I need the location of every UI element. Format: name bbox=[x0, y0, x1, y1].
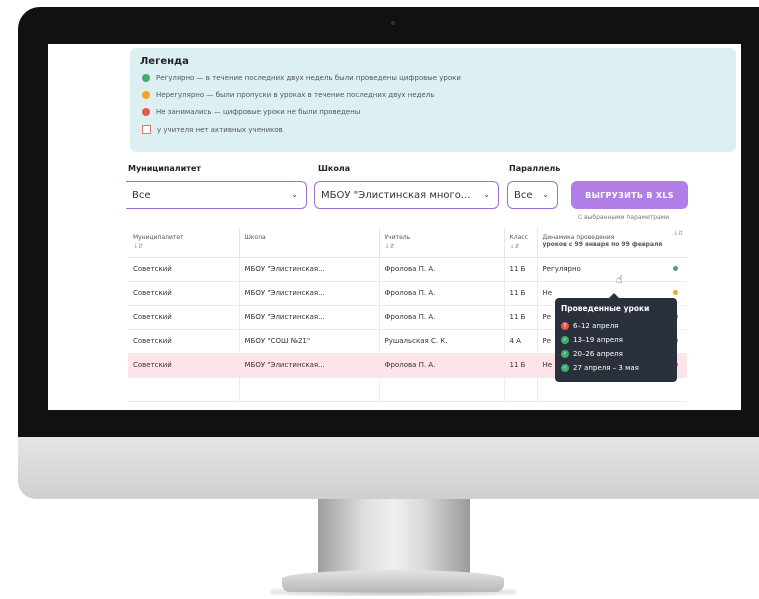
legend-label: Регулярно — в течение последних двух нед… bbox=[156, 74, 461, 82]
sort-icon[interactable]: ↓⇵ bbox=[510, 243, 532, 250]
export-xls-button[interactable]: ВЫГРУЗИТЬ В XLS bbox=[571, 181, 688, 209]
status-dot-icon bbox=[673, 266, 678, 271]
column-header-status: ↓⇵ bbox=[669, 228, 688, 258]
tooltip-week-label: 6–12 апреля bbox=[573, 322, 619, 330]
export-note: С выбранными параметрами bbox=[578, 214, 670, 221]
grade-select[interactable]: Все ⌄ bbox=[507, 181, 558, 209]
cell-grade: 11 Б bbox=[504, 305, 538, 330]
municipality-select-value: Все bbox=[132, 189, 151, 201]
cell-dynamics[interactable]: Регулярно bbox=[537, 257, 669, 282]
camera-dot bbox=[391, 21, 395, 25]
school-filter-label: Школа bbox=[318, 164, 351, 173]
check-icon: ✓ bbox=[561, 364, 569, 372]
municipality-select[interactable]: Все ⌄ bbox=[126, 181, 307, 209]
cell-school: МБОУ "СОШ №21" bbox=[239, 329, 380, 354]
chevron-down-icon: ⌄ bbox=[542, 190, 549, 199]
cell-status bbox=[669, 257, 688, 282]
school-select[interactable]: МБОУ "Элистинская много... ⌄ bbox=[314, 181, 499, 209]
header-label: Муниципалитет bbox=[133, 234, 184, 241]
hand-cursor-icon: ☝ bbox=[616, 273, 623, 286]
red-dot-icon bbox=[142, 108, 150, 116]
table-row[interactable]: Советский МБОУ "Элистинская... Фролова П… bbox=[128, 257, 688, 282]
cell-grade: 11 Б bbox=[504, 353, 538, 378]
tooltip-arrow bbox=[609, 293, 619, 298]
check-icon: ✓ bbox=[561, 350, 569, 358]
tooltip-week-label: 27 апреля – 3 мая bbox=[573, 364, 639, 372]
status-dot-icon bbox=[673, 290, 678, 295]
legend-title: Легенда bbox=[140, 56, 189, 67]
column-header-teacher[interactable]: Учитель ↓⇵ bbox=[379, 228, 505, 258]
cell-grade: 11 Б bbox=[504, 257, 538, 282]
sort-icon[interactable]: ↓⇵ bbox=[673, 230, 683, 237]
table-header-row: Муниципалитет ↓⇵ Школа Учитель ↓⇵ Класс ↓⇵ … bbox=[128, 228, 688, 258]
chevron-down-icon: ⌄ bbox=[291, 190, 298, 199]
tooltip-week-item: ✓ 20–26 апреля bbox=[561, 350, 623, 358]
column-header-school[interactable]: Школа bbox=[239, 228, 380, 258]
cell-teacher: Фролова П. А. bbox=[379, 353, 505, 378]
header-label: Школа bbox=[244, 234, 266, 241]
legend-panel: Легенда Регулярно — в течение последних … bbox=[130, 48, 736, 152]
municipality-filter-label: Муниципалитет bbox=[128, 164, 201, 173]
legend-label: Не занимались — цифровые уроки не были п… bbox=[156, 108, 361, 116]
tooltip-week-label: 13–19 апреля bbox=[573, 336, 623, 344]
legend-item-regular: Регулярно — в течение последних двух нед… bbox=[142, 74, 461, 82]
column-header-municipality[interactable]: Муниципалитет ↓⇵ bbox=[128, 228, 240, 258]
header-label: Динамика проведения bbox=[542, 234, 615, 241]
tooltip-week-label: 20–26 апреля bbox=[573, 350, 623, 358]
grade-filter-label: Параллель bbox=[509, 164, 561, 173]
check-icon: ✓ bbox=[561, 336, 569, 344]
cell-teacher: Фролова П. А. bbox=[379, 257, 505, 282]
column-header-grade[interactable]: Класс ↓⇵ bbox=[504, 228, 538, 258]
header-label: Учитель bbox=[384, 234, 411, 241]
cell-municipality: Советский bbox=[128, 305, 240, 330]
cell-school: МБОУ "Элистинская... bbox=[239, 353, 380, 378]
cell-teacher: Фролова П. А. bbox=[379, 281, 505, 306]
monitor-stand-neck bbox=[318, 499, 470, 574]
tooltip-week-item: ! 6–12 апреля bbox=[561, 322, 618, 330]
school-select-value: МБОУ "Элистинская много... bbox=[321, 189, 471, 201]
lessons-tooltip: Проведенные уроки ! 6–12 апреля ✓ 13–19 … bbox=[555, 293, 677, 382]
cell-school: МБОУ "Элистинская... bbox=[239, 305, 380, 330]
cell-grade: 11 Б bbox=[504, 281, 538, 306]
sort-icon[interactable]: ↓⇵ bbox=[133, 243, 234, 250]
exclamation-icon: ! bbox=[561, 322, 569, 330]
cell-municipality: Советский bbox=[128, 353, 240, 378]
cell-municipality: Советский bbox=[128, 257, 240, 282]
header-label: Класс bbox=[509, 234, 528, 241]
sort-icon[interactable]: ↓⇵ bbox=[385, 243, 499, 250]
tooltip-title: Проведенные уроки bbox=[561, 304, 650, 313]
legend-item-none: Не занимались — цифровые уроки не были п… bbox=[142, 108, 360, 116]
cell-grade: 4 А bbox=[504, 329, 538, 354]
grade-select-value: Все bbox=[514, 189, 533, 201]
tooltip-week-item: ✓ 27 апреля – 3 мая bbox=[561, 364, 639, 372]
empty-square-icon bbox=[142, 125, 151, 134]
screen: Легенда Регулярно — в течение последних … bbox=[48, 44, 741, 410]
monitor-chin bbox=[18, 437, 759, 499]
legend-label: Нерегулярно — были пропуски в уроках в т… bbox=[156, 91, 435, 99]
cell-school: МБОУ "Элистинская... bbox=[239, 257, 380, 282]
legend-item-no-students: у учителя нет активных учеников bbox=[142, 125, 283, 134]
stand-shadow bbox=[270, 588, 516, 596]
column-header-dynamics[interactable]: Динамика проведения уроков с 99 января по… bbox=[537, 228, 669, 258]
legend-item-irregular: Нерегулярно — были пропуски в уроках в т… bbox=[142, 91, 434, 99]
green-dot-icon bbox=[142, 74, 150, 82]
cell-municipality: Советский bbox=[128, 329, 240, 354]
chevron-down-icon: ⌄ bbox=[483, 190, 490, 199]
cell-school: МБОУ "Элистинская... bbox=[239, 281, 380, 306]
orange-dot-icon bbox=[142, 91, 150, 99]
cell-municipality: Советский bbox=[128, 281, 240, 306]
header-label: уроков с 99 января по 99 февраля bbox=[542, 241, 663, 248]
cell-teacher: Фролова П. А. bbox=[379, 305, 505, 330]
tooltip-week-item: ✓ 13–19 апреля bbox=[561, 336, 623, 344]
legend-label: у учителя нет активных учеников bbox=[157, 125, 283, 134]
cell-teacher: Рушальская С. К. bbox=[379, 329, 505, 354]
